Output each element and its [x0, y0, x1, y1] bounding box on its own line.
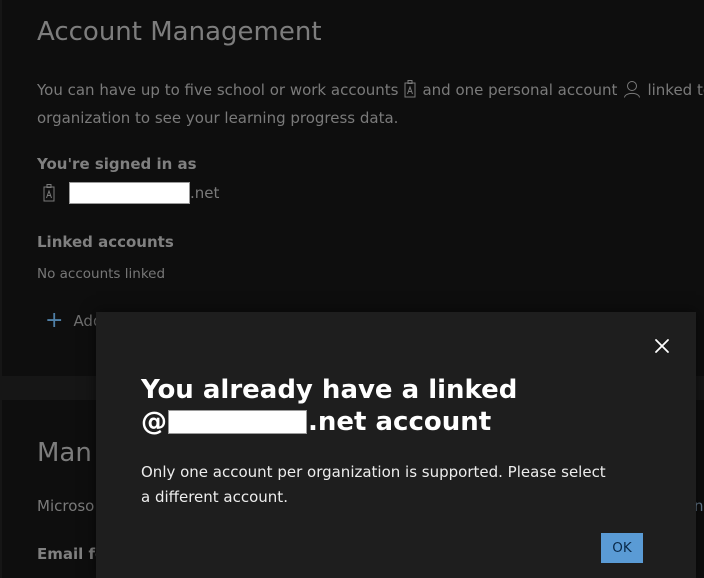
- signed-in-domain: .net: [190, 184, 220, 202]
- close-icon[interactable]: [652, 336, 672, 356]
- dialog-title: You already have a linked @ .net account: [141, 374, 661, 438]
- redacted-username: [69, 182, 190, 204]
- description-text-b: and one personal account: [422, 81, 618, 99]
- dialog-title-line-1: You already have a linked: [141, 375, 518, 405]
- description-line-2: organization to see your learning progre…: [37, 109, 399, 127]
- signed-in-account: .net: [43, 181, 219, 205]
- manage-section-title: Man: [37, 438, 92, 468]
- person-icon: [623, 80, 641, 106]
- description-text-a: You can have up to five school or work a…: [37, 81, 399, 99]
- redacted-domain: [168, 410, 307, 434]
- plus-icon: +: [45, 308, 64, 333]
- page-title: Account Management: [37, 17, 322, 47]
- page: Account Management You can have up to fi…: [0, 0, 704, 578]
- add-account-button[interactable]: + Add: [45, 308, 102, 333]
- manage-section-description: Microso: [37, 497, 95, 515]
- description-line-1: You can have up to five school or work a…: [37, 78, 704, 106]
- linked-account-dialog: You already have a linked @ .net account…: [96, 312, 696, 578]
- dialog-title-at: @: [141, 407, 167, 437]
- description-text-c: linked to yo: [647, 81, 704, 99]
- ok-button[interactable]: OK: [601, 533, 643, 563]
- dialog-title-domain: .net account: [308, 407, 492, 437]
- badge-icon: [43, 184, 55, 202]
- signed-in-label: You're signed in as: [37, 155, 197, 173]
- linked-accounts-label: Linked accounts: [37, 233, 174, 251]
- no-accounts-text: No accounts linked: [37, 266, 166, 282]
- dialog-message: Only one account per organization is sup…: [141, 463, 606, 506]
- account-description: You can have up to five school or work a…: [37, 78, 704, 131]
- dialog-title-line-2: @ .net account: [141, 406, 661, 438]
- badge-icon: [404, 80, 416, 106]
